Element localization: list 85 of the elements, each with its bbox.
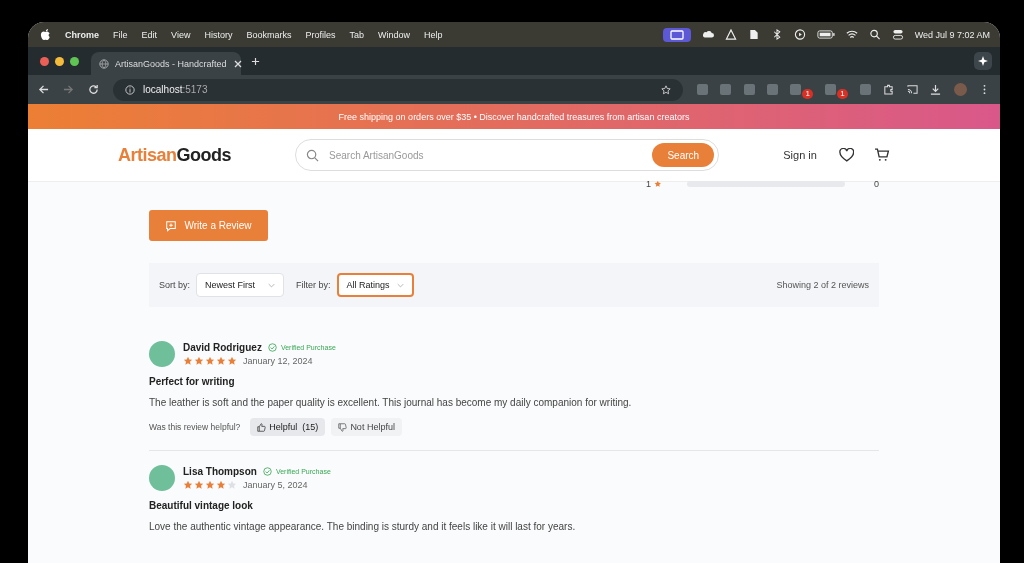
review-title: Beautiful vintage look: [149, 500, 254, 511]
control-center-icon[interactable]: [891, 29, 904, 40]
rating-count: 0: [874, 179, 879, 189]
helpful-prompt: Was this review helpful?: [149, 422, 241, 432]
sparkle-icon: [978, 56, 988, 66]
review-text: The leather is soft and the paper quality is excellent. This journal has become my daily companion for writing.: [149, 397, 633, 408]
comment-plus-icon: [165, 219, 178, 232]
star-icon: [216, 356, 226, 366]
menu-bar-clock[interactable]: Wed Jul 9 7:02 AM: [914, 29, 990, 40]
sign-in-link[interactable]: Sign in: [783, 149, 817, 161]
app-menu[interactable]: Chrome: [65, 29, 99, 40]
notification-badge: 1: [802, 89, 813, 99]
avatar: [149, 465, 175, 491]
play-icon[interactable]: [793, 29, 806, 40]
avatar: [149, 341, 175, 367]
review-date: January 12, 2024: [243, 356, 313, 366]
helpful-button[interactable]: Helpful (15): [250, 418, 326, 436]
star-icon: [194, 480, 204, 490]
filter-label: Filter by:: [296, 280, 331, 290]
minimize-window-button[interactable]: [55, 56, 64, 66]
star-icon: [205, 356, 215, 366]
menu-item[interactable]: Help: [424, 29, 443, 40]
thumbs-down-icon: [338, 422, 348, 432]
star-icon: [227, 356, 237, 366]
sort-dropdown[interactable]: Newest First: [196, 273, 284, 297]
menu-item[interactable]: Window: [377, 29, 410, 40]
puzzle-icon[interactable]: [883, 84, 895, 95]
check-circle-icon: [262, 467, 272, 476]
review-text: Love the authentic vintage appearance. The binding is sturdy and it feels like it will last for years.: [149, 521, 577, 532]
search-icon[interactable]: [868, 29, 881, 40]
star-icon: [183, 356, 193, 366]
star-icon: [227, 480, 237, 490]
reviewer-name: David Rodriguez: [183, 342, 262, 353]
globe-icon: [99, 58, 109, 69]
sparkle-button[interactable]: [974, 52, 992, 70]
download-icon[interactable]: [930, 84, 942, 95]
chevron-down-icon: [396, 282, 404, 288]
wifi-icon[interactable]: [845, 29, 858, 40]
menu-item[interactable]: File: [113, 29, 128, 40]
menu-item[interactable]: View: [171, 29, 191, 40]
menu-item[interactable]: History: [204, 29, 233, 40]
thumbs-up-icon: [257, 422, 267, 432]
chevron-down-icon: [268, 282, 275, 288]
search-icon: [306, 148, 319, 162]
document-icon[interactable]: [747, 29, 760, 40]
star-icon: [194, 356, 204, 366]
address-bar[interactable]: localhost:5173: [113, 78, 683, 101]
screen-share-icon[interactable]: [662, 27, 691, 42]
star-icon: [183, 480, 193, 490]
browser-tab[interactable]: ArtisanGoods - Handcrafted: [91, 52, 241, 75]
menu-item[interactable]: Edit: [141, 29, 158, 40]
new-tab-icon[interactable]: [251, 56, 260, 66]
triangle-icon[interactable]: [724, 29, 737, 40]
rating-label: 1: [646, 179, 651, 189]
not-helpful-button[interactable]: Not Helpful: [331, 418, 402, 436]
notification-badge: 1: [837, 89, 848, 99]
rating-filter-dropdown[interactable]: All Ratings: [336, 273, 414, 297]
review-count-text: Showing 2 of 2 reviews: [776, 280, 869, 290]
review-title: Perfect for writing: [149, 376, 236, 387]
cast-icon[interactable]: [906, 84, 918, 95]
back-arrow-icon[interactable]: [38, 84, 49, 95]
info-icon: [125, 84, 135, 95]
close-icon[interactable]: [232, 58, 243, 69]
reload-icon[interactable]: [88, 84, 99, 95]
check-circle-icon: [267, 343, 277, 352]
sort-label: Sort by:: [159, 280, 190, 290]
tab-title: ArtisanGoods - Handcrafted: [115, 58, 227, 69]
cart-icon[interactable]: [874, 148, 890, 162]
star-icon: [654, 180, 662, 188]
menu-item[interactable]: Profiles: [305, 29, 336, 40]
star-icon: [216, 480, 226, 490]
menu-item[interactable]: Tab: [349, 29, 364, 40]
cloud-icon[interactable]: [701, 29, 714, 40]
star-icon: [205, 480, 215, 490]
promo-banner: Free shipping on orders over $35 • Discover handcrafted treasures from artisan creators: [28, 104, 1000, 129]
heart-icon[interactable]: [838, 148, 855, 162]
reviewer-name: Lisa Thompson: [183, 466, 257, 477]
review-date: January 5, 2024: [243, 480, 308, 490]
close-window-button[interactable]: [40, 56, 49, 66]
apple-logo-icon[interactable]: [40, 28, 51, 41]
star-outline-icon[interactable]: [661, 84, 671, 95]
zoom-window-button[interactable]: [70, 56, 79, 66]
menu-item[interactable]: Bookmarks: [246, 29, 292, 40]
artisangoods-logo[interactable]: ArtisanGoods: [118, 144, 231, 166]
battery-icon[interactable]: [816, 29, 835, 40]
